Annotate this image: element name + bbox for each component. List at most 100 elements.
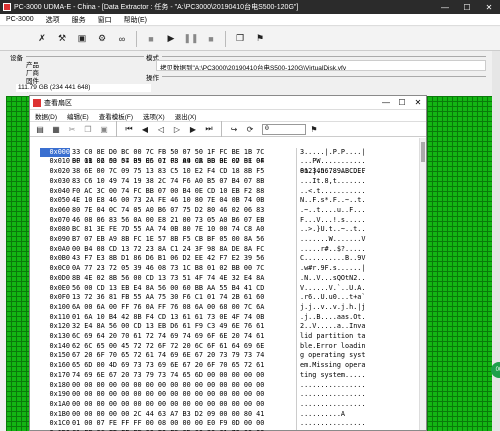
row-ascii[interactable]: ting system..... [300,371,365,381]
row-ascii[interactable]: .....r#..$?..... [300,245,365,255]
row-hex-bytes[interactable]: 56 00 CD 13 EB E4 8A 56 00 60 BB AA 55 B… [72,284,264,294]
hex-row[interactable]: 0x130 6C 69 64 20 70 61 72 74 69 74 69 6F… [30,332,420,342]
hex-row[interactable]: 0x040 F0 AC 3C 00 74 FC BB 07 00 B4 0E CD… [30,187,420,197]
drive-icon[interactable]: ▣ [72,30,92,48]
row-ascii[interactable]: 8n.|.u.......... [300,167,365,177]
row-hex-bytes[interactable]: 83 C6 10 49 74 19 38 2C 74 F6 A0 B5 07 B… [72,177,264,187]
gear-drive-icon[interactable]: ⚙ [92,30,112,48]
hex-row[interactable]: 0x170 74 69 6E 67 20 73 79 73 74 65 6D 00… [30,371,420,381]
row-hex-bytes[interactable]: 6A 00 6A 00 FF 76 0A FF 76 08 6A 00 68 0… [72,303,264,313]
row-hex-bytes[interactable]: 65 6D 00 4D 69 73 73 69 6E 67 20 6F 70 6… [72,361,264,371]
row-ascii[interactable]: ................ [300,390,365,400]
menu-window[interactable]: 窗口 [92,15,118,25]
paste-icon[interactable]: ▣ [96,123,112,136]
open-icon[interactable]: ▦ [48,123,64,136]
row-ascii[interactable]: V......V.`..U.A. [300,284,365,294]
save-icon[interactable]: ▤ [32,123,48,136]
row-hex-bytes[interactable]: 33 C0 8E D0 BC 00 7C FB 50 07 50 1F FC B… [72,148,264,158]
row-hex-bytes[interactable]: 8B 4E 02 8B 56 00 CD 13 73 51 4F 74 4E 3… [72,274,264,284]
row-hex-bytes[interactable]: BF 1B 06 50 57 B9 E5 01 F3 A4 CB BD BE 0… [72,157,264,167]
row-ascii[interactable]: .N..V...sQOtN2.. [300,274,365,284]
wrench-icon[interactable]: ✗ [32,30,52,48]
menu-viewer-options[interactable]: 选项(X) [138,111,170,121]
viewer-scrollbar[interactable] [419,138,426,430]
hex-row[interactable]: 0x020 38 6E 00 7C 09 75 13 83 C5 10 E2 F4… [30,167,420,177]
scroll-thumb[interactable] [421,142,425,162]
row-ascii[interactable]: ..>.}U.t..~..t.. [300,225,365,235]
prev-page-icon[interactable]: ◀ [137,123,153,136]
row-hex-bytes[interactable]: 46 08 06 83 56 0A 00 E8 21 00 73 05 A0 B… [72,216,264,226]
hex-row[interactable]: 0x1C0 01 00 07 FE FF FF 00 08 00 00 00 E0… [30,419,420,429]
row-ascii[interactable]: .w#r.9F.s......| [300,264,365,274]
row-hex-bytes[interactable]: 4E 10 E8 46 00 73 2A FE 46 10 80 7E 04 0… [72,196,264,206]
hex-grid[interactable]: 00 01 02 03 04 05 06 07 08 09 0A 0B 0C 0… [30,138,426,431]
row-ascii[interactable]: .~..t....u..F... [300,206,365,216]
hex-row[interactable]: 0x070 46 08 06 83 56 0A 00 E8 21 00 73 05… [30,216,420,226]
hex-row[interactable]: 0x010 BF 1B 06 50 57 B9 E5 01 F3 A4 CB BD… [30,157,420,167]
row-ascii[interactable]: ...It.8,t....... [300,177,365,187]
hex-row[interactable]: 0x100 6A 00 6A 00 FF 76 0A FF 76 08 6A 00… [30,303,420,313]
hex-row[interactable]: 0x060 80 7E 04 0C 74 05 A0 B6 07 75 D2 80… [30,206,420,216]
row-hex-bytes[interactable]: 0A 77 23 72 05 39 46 08 73 1C B8 01 02 B… [72,264,264,274]
row-ascii[interactable]: 3.....|.P.P....| [300,148,365,158]
goto-icon[interactable]: ↪ [226,123,242,136]
first-sector-icon[interactable]: ⏮ [121,123,137,136]
menu-pc3000[interactable]: PC-3000 [0,16,40,23]
row-hex-bytes[interactable]: 32 E4 8A 56 00 CD 13 EB D6 61 F9 C3 49 6… [72,322,264,332]
maximize-button[interactable]: ☐ [456,3,478,12]
row-ascii[interactable]: ..........A [300,410,345,420]
copy-icon[interactable]: ❐ [230,30,250,48]
hex-row[interactable]: 0x0B0 43 F7 E3 8B D1 86 D6 B1 06 D2 EE 42… [30,254,420,264]
flag-icon[interactable]: ⚑ [306,123,322,136]
hex-row[interactable]: 0x190 00 00 00 00 00 00 00 00 00 00 00 00… [30,390,420,400]
status-bubble[interactable]: 00 [491,362,500,378]
row-hex-bytes[interactable]: B7 07 EB A9 8B FC 1E 57 8B F5 CB BF 05 0… [72,235,264,245]
hex-row[interactable]: 0x080 BC 81 3E FE 7D 55 AA 74 0B 80 7E 10… [30,225,420,235]
row-hex-bytes[interactable]: F0 AC 3C 00 74 FC BB 07 00 B4 0E CD 10 E… [72,187,264,197]
play-icon[interactable]: ▶ [161,30,181,48]
row-hex-bytes[interactable]: 67 20 6F 70 65 72 61 74 69 6E 67 20 73 7… [72,351,264,361]
hex-row[interactable]: 0x0D0 8B 4E 02 8B 56 00 CD 13 73 51 4F 74… [30,274,420,284]
row-ascii[interactable]: ..<.t........... [300,187,365,197]
hex-row[interactable]: 0x1B0 00 00 00 00 00 2C 44 63 A7 B3 D2 09… [30,410,420,420]
tools-icon[interactable]: ⚒ [52,30,72,48]
row-hex-bytes[interactable]: BC 81 3E FE 7D 55 AA 74 0B 80 7E 10 00 7… [72,225,264,235]
row-hex-bytes[interactable]: 38 6E 00 7C 09 75 13 83 C5 10 E2 F4 CD 1… [72,167,264,177]
next-page-icon[interactable]: ▶ [185,123,201,136]
hex-row[interactable]: 0x0E0 56 00 CD 13 EB E4 8A 56 00 60 BB AA… [30,284,420,294]
row-ascii[interactable]: ................ [300,400,365,410]
row-hex-bytes[interactable]: 6C 69 64 20 70 61 72 74 69 74 69 6F 6E 2… [72,332,264,342]
menu-help[interactable]: 帮助(E) [118,15,153,25]
row-ascii[interactable]: .j..B....aas.Ot. [300,313,365,323]
next-sector-icon[interactable]: ▷ [169,123,185,136]
row-hex-bytes[interactable]: 13 72 36 81 FB 55 AA 75 30 F6 C1 01 74 2… [72,293,264,303]
row-ascii[interactable]: em.Missing opera [300,361,365,371]
row-hex-bytes[interactable]: 62 6C 65 00 45 72 72 6F 72 20 6C 6F 61 6… [72,342,264,352]
hex-row[interactable]: 0x150 67 20 6F 70 65 72 61 74 69 6E 67 20… [30,351,420,361]
stop-icon[interactable]: ■ [141,30,161,48]
row-ascii[interactable]: .......W.......V [300,235,365,245]
row-hex-bytes[interactable]: 00 00 00 00 00 00 00 00 00 00 00 00 00 0… [72,390,264,400]
row-ascii[interactable]: ................ [300,419,365,429]
stop-square-icon[interactable]: ■ [201,30,221,48]
cut-icon[interactable]: ✂ [64,123,80,136]
minimize-button[interactable]: — [434,3,456,12]
row-ascii[interactable]: ...PW........... [300,157,365,167]
pause-icon[interactable]: ❚❚ [181,30,201,48]
hex-row[interactable]: 0x050 4E 10 E8 46 00 73 2A FE 46 10 80 7E… [30,196,420,206]
hex-row[interactable]: 0x030 83 C6 10 49 74 19 38 2C 74 F6 A0 B5… [30,177,420,187]
row-hex-bytes[interactable]: 43 F7 E3 8B D1 86 D6 B1 06 D2 EE 42 F7 E… [72,254,264,264]
flag-icon[interactable]: ⚑ [250,30,270,48]
hex-row[interactable]: 0x140 62 6C 65 00 45 72 72 6F 72 20 6C 6F… [30,342,420,352]
row-hex-bytes[interactable]: 01 00 07 FE FF FF 00 08 00 00 00 E0 F9 0… [72,419,264,429]
row-hex-bytes[interactable]: 00 00 00 00 00 00 00 00 00 00 00 00 00 0… [72,400,264,410]
menu-data[interactable]: 数据(D) [30,111,62,121]
menu-service[interactable]: 服务 [66,15,92,25]
row-ascii[interactable]: 2..V.....a..Inva [300,322,365,332]
hex-row[interactable]: 0x110 01 6A 10 B4 42 8B F4 CD 13 61 61 73… [30,313,420,323]
refresh-icon[interactable]: ⟳ [242,123,258,136]
hex-row[interactable]: 0x160 65 6D 00 4D 69 73 73 69 6E 67 20 6F… [30,361,420,371]
hex-row[interactable]: 0x1A0 00 00 00 00 00 00 00 00 00 00 00 00… [30,400,420,410]
menu-view-template[interactable]: 查看模板(F) [94,111,138,121]
row-ascii[interactable]: j.j..v..v.j.h.|j [300,303,365,313]
